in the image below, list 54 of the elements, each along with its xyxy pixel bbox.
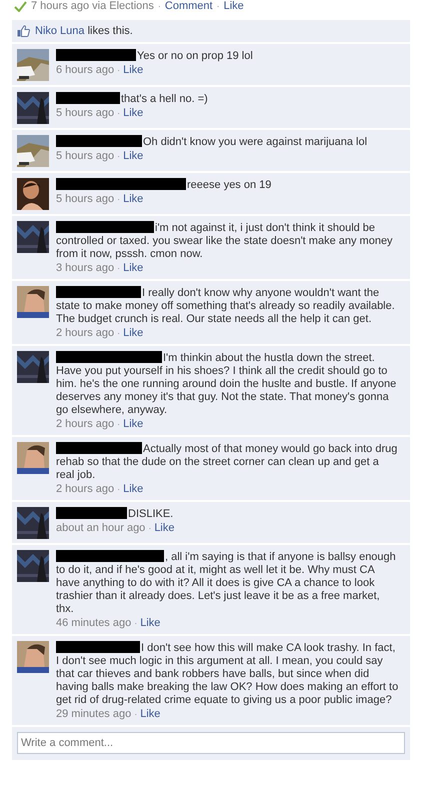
comment-time: 2 hours ago — [56, 483, 114, 496]
like-link[interactable]: Like — [123, 483, 144, 496]
like-link[interactable]: Like — [123, 262, 144, 275]
separator-dot: · — [148, 522, 152, 535]
separator-dot: · — [117, 64, 120, 77]
post-time: 7 hours ago via Elections — [31, 0, 154, 12]
comment-text: I really don't know why anyone wouldn't want the state to make money off something that's already so readily available. The budget crunch is real. Our state needs all the help it can get. — [56, 286, 396, 326]
separator-dot: · — [216, 1, 220, 11]
comment-time: 29 minutes ago — [56, 708, 132, 721]
like-link[interactable]: Like — [123, 418, 144, 431]
separator-dot: · — [117, 418, 120, 431]
comment-text: Oh didn't know you were against marijuana lol — [56, 135, 399, 149]
comment-text: i'm not against it, i just don't think it should be controlled or taxed. you swear like the state doesn't make any money from it now, psssh. cmon now. — [56, 221, 394, 261]
separator-dot: · — [117, 483, 120, 496]
like-link[interactable]: Like — [154, 522, 174, 535]
like-link[interactable]: Like — [123, 150, 144, 163]
separator-dot: · — [134, 617, 138, 630]
comment-link[interactable]: Comment — [164, 0, 213, 12]
likes-text: Niko Luna likes this. — [35, 25, 133, 37]
like-link[interactable]: Like — [123, 327, 144, 340]
separator-dot: · — [117, 193, 120, 206]
like-link[interactable]: Like — [123, 107, 144, 120]
comment-time: 2 hours ago — [56, 418, 114, 431]
like-link[interactable]: Like — [123, 64, 144, 77]
user-link[interactable]: Niko Luna — [35, 25, 85, 37]
thumbs-up-icon — [17, 25, 30, 37]
separator-dot: · — [117, 327, 120, 340]
like-link[interactable]: Like — [140, 708, 160, 721]
separator-dot: · — [134, 708, 138, 721]
comment-text: DISLIKE. — [56, 507, 399, 521]
comment-time: 46 minutes ago — [56, 617, 132, 630]
comment-time: 5 hours ago — [56, 193, 114, 206]
comment-text: I don't see how this will make CA look trashy. In fact, I don't see much logic in this argument at all. I mean, you could say that car thieves and bank robbers have balls, but since when did having balls make breaking the law OK? How does making an effort to get rid of drug-related crime equate to giving us a poor public image? — [56, 641, 399, 707]
like-link[interactable]: Like — [123, 193, 144, 206]
like-link[interactable]: Like — [224, 0, 244, 12]
comment-time: 2 hours ago — [56, 327, 114, 340]
check-icon — [14, 0, 27, 12]
separator-dot: · — [117, 262, 120, 275]
comment-text: Actually most of that money would go back into drug rehab so that the dude on the street corner can clean up and get a real job. — [56, 442, 398, 482]
like-link[interactable]: Like — [140, 617, 160, 630]
comment-text: , all i'm saying is that if anyone is ballsy enough to do it, and if he's good at it, might as well let it be. Why must CA have anything to do with it? All it does is give CA a chance to look trashier than it already does. Let's just leave it be as a free market, thx. — [56, 550, 397, 616]
separator-dot: · — [158, 1, 161, 11]
comment-text: Yes or no on prop 19 lol — [56, 49, 399, 63]
comment-text: I'm thinkin about the hustla down the street. Have you put yourself in his shoes? I think all the credit should go to him. he's the one running around doin the huslte and bustle. If anyone deserves any money it's that guy. Not the state. That money's gonna go elsewhere, anyway. — [56, 351, 398, 417]
comment-time: 5 hours ago — [56, 150, 114, 163]
comment-time: about an hour ago — [56, 522, 146, 535]
comment-time: 5 hours ago — [56, 107, 114, 120]
comment-time: 6 hours ago — [56, 64, 114, 77]
separator-dot: · — [117, 150, 120, 163]
separator-dot: · — [117, 107, 120, 120]
comment-text: reeese yes on 19 — [56, 178, 399, 192]
comment-input[interactable]: Write a comment... — [17, 732, 405, 754]
comment-time: 3 hours ago — [56, 262, 114, 275]
comment-text: that's a hell no. =) — [56, 92, 399, 106]
